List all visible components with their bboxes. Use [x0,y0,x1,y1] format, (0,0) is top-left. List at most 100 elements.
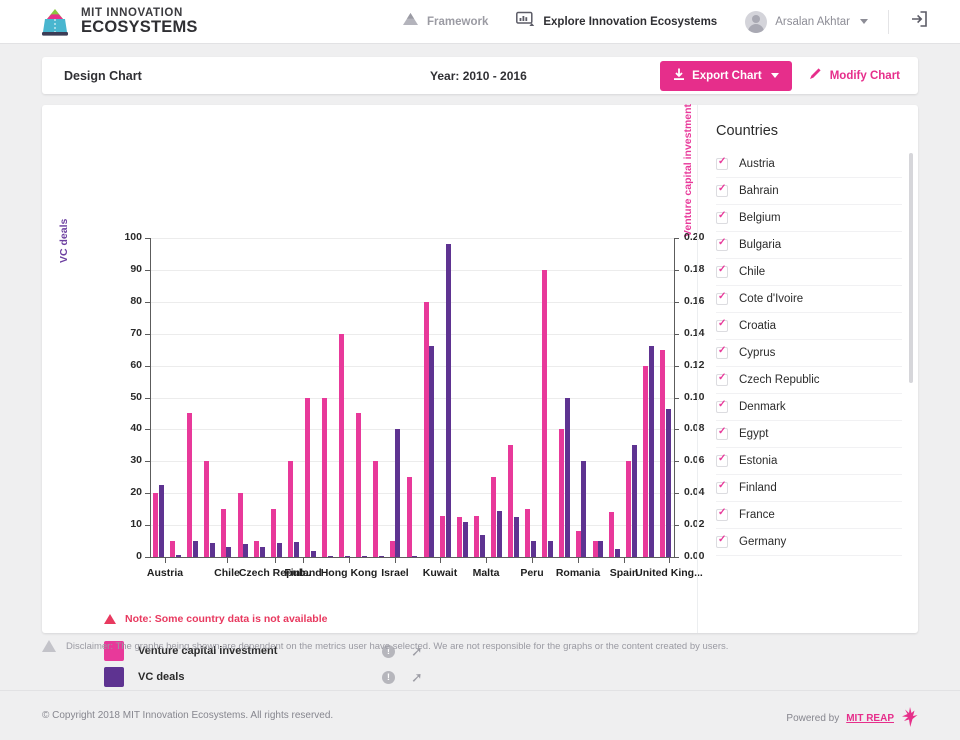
bar-venture-capital-investment[interactable] [389,541,395,557]
country-list-item[interactable]: Denmark [716,394,902,421]
bar-venture-capital-investment[interactable] [524,509,530,557]
bar-venture-capital-investment[interactable] [288,461,294,557]
bar-vc-deals[interactable] [175,555,181,557]
country-checkbox[interactable] [716,507,728,521]
bar-vc-deals[interactable] [530,541,536,557]
bar-vc-deals[interactable] [615,549,621,557]
bar-vc-deals[interactable] [632,445,638,557]
bar-chart[interactable]: VC deals Venture capital investment 0 0.0… [42,104,704,579]
bar-venture-capital-investment[interactable] [153,493,159,557]
bar-vc-deals[interactable] [429,346,435,557]
bar-vc-deals[interactable] [260,547,266,557]
legend-row[interactable]: VC deals! ➚ [104,664,434,690]
bar-vc-deals[interactable] [327,555,333,557]
bar-vc-deals[interactable] [192,541,198,557]
bar-venture-capital-investment[interactable] [660,349,666,557]
country-list-item[interactable]: Bulgaria [716,232,902,259]
nav-item-explore-innovation-ecosystems[interactable]: Explore Innovation Ecosystems [502,11,731,32]
bar-venture-capital-investment[interactable] [237,493,243,557]
country-checkbox[interactable] [716,426,728,440]
bar-venture-capital-investment[interactable] [305,397,311,557]
country-checkbox[interactable] [716,318,728,332]
bar-venture-capital-investment[interactable] [355,413,361,557]
country-list-item[interactable]: Czech Republic [716,367,902,394]
countries-scrollbar[interactable] [909,153,913,383]
bar-vc-deals[interactable] [581,461,587,557]
country-checkbox[interactable] [716,480,728,494]
bar-venture-capital-investment[interactable] [457,517,463,557]
bar-vc-deals[interactable] [209,542,215,557]
bar-vc-deals[interactable] [547,541,553,557]
bar-venture-capital-investment[interactable] [643,365,649,557]
country-checkbox[interactable] [716,291,728,305]
bar-vc-deals[interactable] [158,485,164,557]
bar-vc-deals[interactable] [665,408,671,557]
country-checkbox[interactable] [716,372,728,386]
bar-venture-capital-investment[interactable] [372,461,378,557]
bar-venture-capital-investment[interactable] [474,515,480,557]
bar-venture-capital-investment[interactable] [508,445,514,557]
country-checkbox[interactable] [716,237,728,251]
bar-venture-capital-investment[interactable] [575,531,581,557]
bar-vc-deals[interactable] [344,555,350,557]
bar-vc-deals[interactable] [294,541,300,557]
bar-venture-capital-investment[interactable] [254,541,260,557]
bar-venture-capital-investment[interactable] [423,301,429,557]
bar-vc-deals[interactable] [361,555,367,557]
country-checkbox[interactable] [716,399,728,413]
country-list-item[interactable]: Chile [716,259,902,286]
bar-vc-deals[interactable] [243,544,249,557]
country-checkbox[interactable] [716,264,728,278]
bar-venture-capital-investment[interactable] [203,461,209,557]
user-menu[interactable]: Arsalan Akhtar [731,10,882,33]
export-chart-button[interactable]: Export Chart [660,60,792,91]
bar-vc-deals[interactable] [513,517,519,557]
country-checkbox[interactable] [716,534,728,548]
country-checkbox[interactable] [716,156,728,170]
bar-venture-capital-investment[interactable] [440,515,446,557]
country-list-item[interactable]: Belgium [716,205,902,232]
bar-vc-deals[interactable] [496,510,502,557]
bar-vc-deals[interactable] [378,555,384,557]
brand-logo-block[interactable]: MIT INNOVATION ECOSYSTEMS [38,6,198,38]
country-list-item[interactable]: Estonia [716,448,902,475]
bar-venture-capital-investment[interactable] [271,509,277,557]
country-list-item[interactable]: Germany [716,529,902,556]
bar-vc-deals[interactable] [277,542,283,557]
bar-venture-capital-investment[interactable] [592,541,598,557]
country-list-item[interactable]: France [716,502,902,529]
countries-list[interactable]: Austria Bahrain Belgium Bulgaria Chile Cote d… [698,151,918,625]
bar-vc-deals[interactable] [412,555,418,557]
logout-button[interactable] [895,10,942,33]
country-checkbox[interactable] [716,453,728,467]
bar-venture-capital-investment[interactable] [541,269,547,557]
country-list-item[interactable]: Croatia [716,313,902,340]
bar-vc-deals[interactable] [395,429,401,557]
bar-vc-deals[interactable] [226,547,232,557]
country-checkbox[interactable] [716,345,728,359]
nav-item-framework[interactable]: Framework [388,11,502,32]
bar-venture-capital-investment[interactable] [186,413,192,557]
country-checkbox[interactable] [716,183,728,197]
bar-venture-capital-investment[interactable] [491,477,497,557]
bar-vc-deals[interactable] [480,534,485,557]
country-list-item[interactable]: Cote d'Ivoire [716,286,902,313]
bar-vc-deals[interactable] [446,244,452,557]
bar-venture-capital-investment[interactable] [558,429,564,557]
bar-venture-capital-investment[interactable] [406,477,412,557]
country-list-item[interactable]: Egypt [716,421,902,448]
country-list-item[interactable]: Bahrain [716,178,902,205]
bar-venture-capital-investment[interactable] [220,509,226,557]
mit-reap-link[interactable]: MIT REAP [846,713,894,724]
bar-vc-deals[interactable] [598,541,604,557]
bar-vc-deals[interactable] [463,521,469,557]
bar-venture-capital-investment[interactable] [609,512,615,557]
bar-vc-deals[interactable] [564,397,570,557]
share-icon[interactable]: ➚ [411,670,423,684]
country-checkbox[interactable] [716,210,728,224]
country-list-item[interactable]: Austria [716,151,902,178]
bar-venture-capital-investment[interactable] [322,397,328,557]
modify-chart-button[interactable]: Modify Chart [798,67,918,84]
bar-venture-capital-investment[interactable] [338,333,344,557]
bar-vc-deals[interactable] [310,551,316,557]
